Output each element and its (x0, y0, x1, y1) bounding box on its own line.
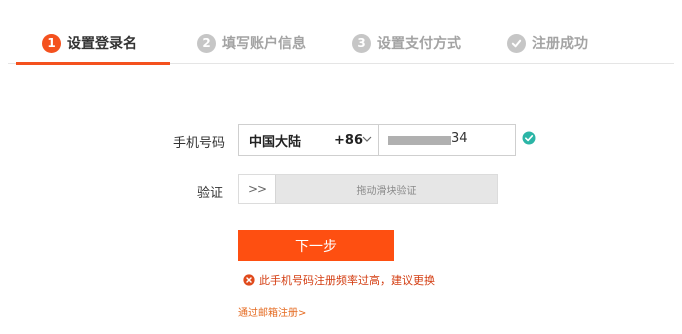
step-2: 2 填写账户信息 (197, 32, 306, 54)
step-1-number: 1 (42, 33, 61, 53)
error-message: 此手机号码注册频率过高，建议更换 (243, 272, 435, 288)
phone-input-group: 中国大陆 +86 34 (238, 124, 516, 156)
error-text: 此手机号码注册频率过高，建议更换 (259, 274, 435, 287)
step-1: 1 设置登录名 (42, 32, 137, 54)
verify-label: 验证 (197, 186, 224, 201)
region-code: +86 (334, 132, 363, 148)
register-page: 1 设置登录名 2 填写账户信息 3 设置支付方式 注册成功 手机号码 中国大陆… (0, 0, 682, 334)
step-2-number: 2 (197, 33, 216, 53)
step-4-check-icon (507, 33, 526, 53)
phone-visible-digits: 34 (451, 131, 468, 146)
step-3-label: 设置支付方式 (377, 36, 461, 52)
active-step-indicator (16, 62, 170, 65)
next-step-button[interactable]: 下一步 (238, 230, 394, 261)
step-1-label: 设置登录名 (67, 36, 137, 52)
step-3: 3 设置支付方式 (352, 32, 461, 54)
region-name: 中国大陆 (249, 134, 302, 150)
error-circle-icon (243, 274, 255, 286)
masked-digits (388, 136, 451, 145)
phone-label: 手机号码 (173, 136, 226, 151)
phone-input[interactable]: 34 (379, 125, 515, 155)
step-progress: 1 设置登录名 2 填写账户信息 3 设置支付方式 注册成功 (0, 0, 682, 65)
slider-handle[interactable]: >> (239, 175, 276, 203)
region-select[interactable]: 中国大陆 +86 (239, 125, 379, 155)
double-arrow-icon: >> (247, 182, 267, 196)
register-by-email-link[interactable]: 通过邮箱注册> (238, 304, 306, 319)
slider-hint: 拖动滑块验证 (356, 186, 417, 197)
check-circle-icon (522, 131, 536, 145)
step-4-label: 注册成功 (532, 36, 588, 52)
step-4: 注册成功 (507, 32, 588, 54)
step-2-label: 填写账户信息 (222, 36, 306, 52)
slider-captcha: >> 拖动滑块验证 (238, 174, 498, 204)
chevron-down-icon (362, 136, 372, 142)
step-3-number: 3 (352, 33, 371, 53)
